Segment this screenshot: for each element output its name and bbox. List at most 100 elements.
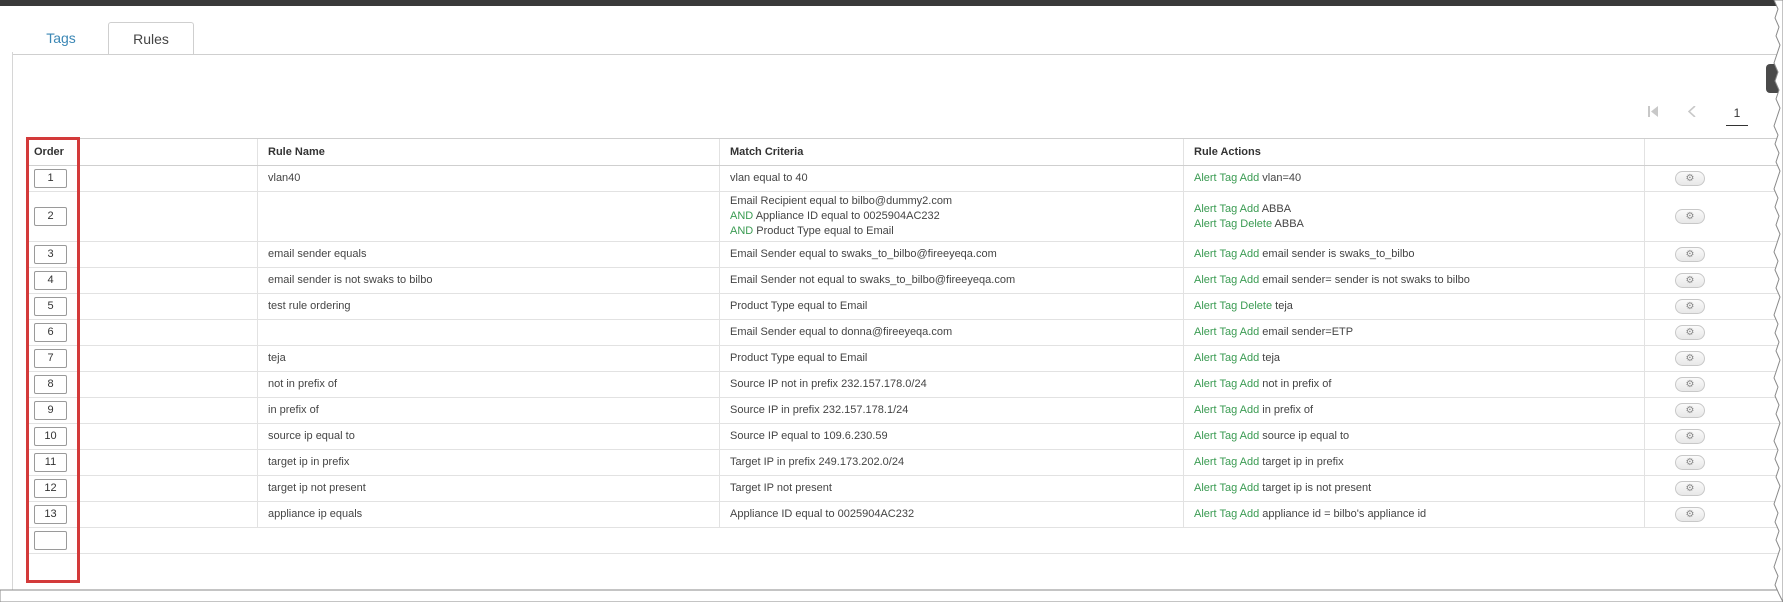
table-row[interactable]: 9 in prefix of Source IP in prefix 232.157… — [28, 398, 1783, 424]
action-line: Alert Tag Add email sender is swaks_to_b… — [1194, 247, 1644, 262]
criteria-line: Product Type equal to Email — [730, 299, 1183, 314]
table-row[interactable]: 13 appliance ip equals Appliance ID equal … — [28, 502, 1783, 528]
gear-icon[interactable]: ⚙ — [1675, 429, 1705, 444]
rule-name: vlan40 — [268, 172, 301, 184]
tabs-divider — [12, 54, 1783, 55]
gear-icon[interactable]: ⚙ — [1675, 481, 1705, 496]
table-row-partial — [28, 528, 1783, 554]
order-input[interactable]: 4 — [34, 271, 67, 290]
order-input[interactable]: 10 — [34, 427, 67, 446]
rule-actions-cell: Alert Tag Add ABBA Alert Tag Delete ABBA — [1183, 192, 1644, 241]
criteria-line: Source IP in prefix 232.157.178.1/24 — [730, 403, 1183, 418]
rule-actions-cell: Alert Tag Add in prefix of — [1183, 398, 1644, 423]
order-cell — [28, 528, 257, 553]
rule-name: test rule ordering — [268, 300, 351, 312]
order-cell: 11 — [28, 450, 257, 475]
action-verb: Alert Tag Add — [1194, 326, 1260, 338]
rule-name-cell — [257, 320, 719, 345]
gear-icon[interactable]: ⚙ — [1675, 507, 1705, 522]
torn-edge-bottom — [0, 589, 1783, 602]
tab-tags[interactable]: Tags — [30, 22, 92, 55]
order-cell: 5 — [28, 294, 257, 319]
rule-actions-cell: Alert Tag Add teja — [1183, 346, 1644, 371]
table-row[interactable]: 6 Email Sender equal to donna@fireeyeqa.c… — [28, 320, 1783, 346]
order-input[interactable]: 13 — [34, 505, 67, 524]
action-value: target ip is not present — [1262, 482, 1372, 494]
table-row[interactable]: 5 test rule ordering Product Type equal to… — [28, 294, 1783, 320]
gear-icon[interactable]: ⚙ — [1675, 325, 1705, 340]
order-cell: 4 — [28, 268, 257, 293]
action-value: appliance id = bilbo's appliance id — [1262, 508, 1427, 520]
action-value: vlan=40 — [1262, 172, 1302, 184]
rule-name-cell: email sender equals — [257, 242, 719, 267]
gear-icon[interactable]: ⚙ — [1675, 455, 1705, 470]
order-input[interactable]: 2 — [34, 207, 67, 226]
order-input[interactable]: 9 — [34, 401, 67, 420]
order-input[interactable]: 6 — [34, 323, 67, 342]
order-input[interactable]: 7 — [34, 349, 67, 368]
table-row[interactable]: 3 email sender equals Email Sender equal t… — [28, 242, 1783, 268]
rule-name: teja — [268, 352, 286, 364]
gear-icon[interactable]: ⚙ — [1675, 247, 1705, 262]
gear-icon[interactable]: ⚙ — [1675, 273, 1705, 288]
table-row[interactable]: 12 target ip not present Target IP not pre… — [28, 476, 1783, 502]
first-page-icon[interactable] — [1648, 106, 1662, 126]
criteria-operator: AND — [730, 225, 754, 237]
current-page-number[interactable]: 1 — [1726, 106, 1748, 126]
order-input[interactable]: 11 — [34, 453, 67, 472]
table-row[interactable]: 8 not in prefix of Source IP not in prefix… — [28, 372, 1783, 398]
table-row[interactable]: 1 vlan40 vlan equal to 40 Alert Tag Add vla… — [28, 166, 1783, 192]
gear-icon[interactable]: ⚙ — [1675, 351, 1705, 366]
order-input[interactable] — [34, 531, 67, 550]
header-rule-name[interactable]: Rule Name — [257, 139, 719, 165]
criteria-text: Product Type equal to Email — [756, 225, 894, 237]
row-actions-cell: ⚙ — [1644, 372, 1783, 397]
action-verb: Alert Tag Delete — [1194, 300, 1273, 312]
action-line: Alert Tag Add not in prefix of — [1194, 377, 1644, 392]
rule-name: source ip equal to — [268, 430, 355, 442]
header-order[interactable]: Order — [28, 139, 257, 165]
gear-icon[interactable]: ⚙ — [1675, 403, 1705, 418]
gear-icon[interactable]: ⚙ — [1675, 171, 1705, 186]
match-criteria-cell: vlan equal to 40 — [719, 166, 1183, 191]
match-criteria-cell: Email Sender equal to swaks_to_bilbo@fir… — [719, 242, 1183, 267]
table-row[interactable]: 2 Email Recipient equal to bilbo@dummy2.c… — [28, 192, 1783, 242]
order-input[interactable]: 5 — [34, 297, 67, 316]
header-rule-actions[interactable]: Rule Actions — [1183, 139, 1644, 165]
rule-name: appliance ip equals — [268, 508, 363, 520]
tab-rules[interactable]: Rules — [108, 22, 194, 55]
gear-icon[interactable]: ⚙ — [1675, 299, 1705, 314]
action-value: email sender=ETP — [1262, 326, 1354, 338]
action-line: Alert Tag Delete ABBA — [1194, 217, 1644, 232]
match-criteria-cell: Source IP equal to 109.6.230.59 — [719, 424, 1183, 449]
table-row[interactable]: 7 teja Product Type equal to Email Alert Ta… — [28, 346, 1783, 372]
order-input[interactable]: 3 — [34, 245, 67, 264]
row-actions-cell: ⚙ — [1644, 450, 1783, 475]
table-row[interactable]: 11 target ip in prefix Target IP in prefix… — [28, 450, 1783, 476]
order-cell: 6 — [28, 320, 257, 345]
criteria-text: vlan equal to 40 — [730, 172, 808, 184]
order-input[interactable]: 1 — [34, 169, 67, 188]
order-cell: 3 — [28, 242, 257, 267]
rule-name-cell: test rule ordering — [257, 294, 719, 319]
order-input[interactable]: 12 — [34, 479, 67, 498]
criteria-line: Email Recipient equal to bilbo@dummy2.co… — [730, 194, 1183, 209]
prev-page-icon[interactable] — [1687, 105, 1702, 126]
order-cell: 8 — [28, 372, 257, 397]
table-row[interactable]: 10 source ip equal to Source IP equal to 1… — [28, 424, 1783, 450]
gear-icon[interactable]: ⚙ — [1675, 377, 1705, 392]
rule-actions-cell: Alert Tag Add appliance id = bilbo's app… — [1183, 502, 1644, 527]
order-input[interactable]: 8 — [34, 375, 67, 394]
match-criteria-cell: Target IP in prefix 249.173.202.0/24 — [719, 450, 1183, 475]
match-criteria-cell: Product Type equal to Email — [719, 294, 1183, 319]
rule-name: target ip not present — [268, 482, 366, 494]
action-verb: Alert Tag Add — [1194, 404, 1260, 416]
criteria-line: Source IP not in prefix 232.157.178.0/24 — [730, 377, 1183, 392]
order-cell: 13 — [28, 502, 257, 527]
gear-icon[interactable]: ⚙ — [1675, 209, 1705, 224]
action-line: Alert Tag Add target ip is not present — [1194, 481, 1644, 496]
header-actions-column — [1644, 139, 1783, 165]
match-criteria-cell: Email Sender equal to donna@fireeyeqa.co… — [719, 320, 1183, 345]
header-match-criteria[interactable]: Match Criteria — [719, 139, 1183, 165]
table-row[interactable]: 4 email sender is not swaks to bilbo Email… — [28, 268, 1783, 294]
